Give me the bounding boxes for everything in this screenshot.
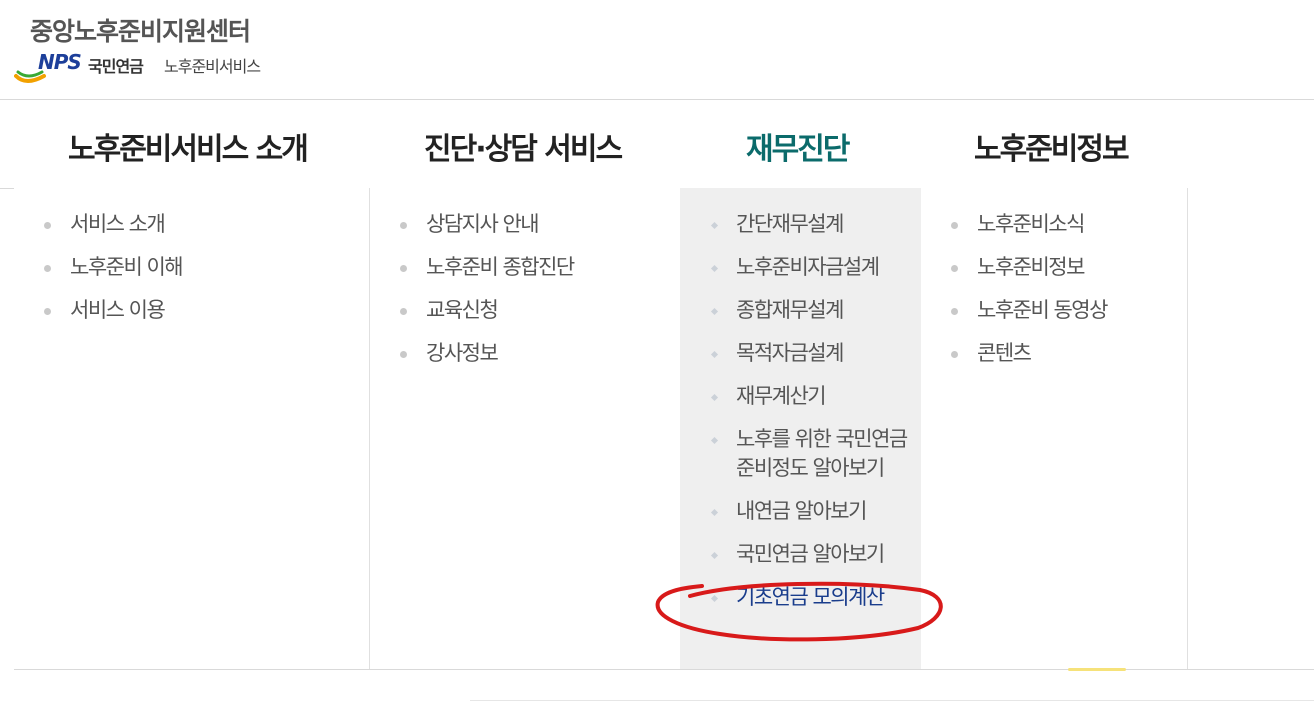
submenu-item-label: 서비스 이용 [70,298,166,322]
submenu-item-information[interactable]: 노후준비정보 [951,253,1107,282]
submenu-item-retirement-fund[interactable]: 노후준비자금설계 [710,253,910,282]
bullet-icon [951,222,958,229]
submenu-item-label: 서비스 소개 [70,212,166,236]
submenu-item-label: 국민연금 알아보기 [736,542,885,566]
submenu-list: 서비스 소개 노후준비 이해 서비스 이용 [44,210,184,339]
bullet-icon [44,265,51,272]
submenu-item-videos[interactable]: 노후준비 동영상 [951,296,1108,325]
bullet-icon [710,350,719,359]
bullet-icon [951,265,958,272]
submenu-item-label: 종합재무설계 [736,298,844,322]
submenu-item-label: 교육신청 [426,298,499,322]
bullet-icon [951,351,958,358]
submenu-item-contents[interactable]: 콘텐츠 [951,339,1107,368]
submenu-item-label: 콘텐츠 [977,341,1032,365]
submenu-item-comprehensive-finance[interactable]: 종합재무설계 [710,296,910,325]
submenu-item-label: 노후준비정보 [977,255,1085,279]
submenu-item-label: 노후준비 종합진단 [426,255,575,279]
submenu-item-my-pension[interactable]: 내연금 알아보기 [710,497,910,526]
submenu-column-finance: 간단재무설계 노후준비자금설계 종합재무설계 목적자금설계 재무계산기 노후를 … [680,188,921,670]
submenu-item-service-use[interactable]: 서비스 이용 [44,296,182,325]
submenu-item-label: 기초연금 모의계산 [736,585,885,609]
bullet-icon [710,594,719,603]
submenu-list: 간단재무설계 노후준비자금설계 종합재무설계 목적자금설계 재무계산기 노후를 … [710,210,910,626]
bullet-icon [400,308,407,315]
bullet-icon [400,265,407,272]
bullet-icon [710,551,719,560]
submenu-item-label: 강사정보 [426,341,499,365]
submenu-column-info: 노후준비소식 노후준비정보 노후준비 동영상 콘텐츠 [921,188,1187,670]
submenu-item-education-apply[interactable]: 교육신청 [400,296,574,325]
divider [0,188,14,189]
submenu-list: 노후준비소식 노후준비정보 노후준비 동영상 콘텐츠 [951,210,1108,382]
submenu-item-label: 상담지사 안내 [426,212,540,236]
submenu-item-branch-info[interactable]: 상담지사 안내 [400,210,574,239]
logo-service-name: 노후준비서비스 [164,57,261,76]
submenu-item-pension-readiness[interactable]: 노후를 위한 국민연금 준비정도 알아보기 [710,425,910,483]
submenu-column-diagnosis: 상담지사 안내 노후준비 종합진단 교육신청 강사정보 [369,188,680,670]
submenu-item-calculator[interactable]: 재무계산기 [710,382,910,411]
logo-title: 중앙노후준비지원센터 [30,17,251,46]
submenu-item-service-intro[interactable]: 서비스 소개 [44,210,182,239]
bullet-icon [44,222,51,229]
gnb-menu-diagnosis[interactable]: 진단·상담 서비스 [424,124,623,168]
submenu-item-label: 재무계산기 [736,384,827,408]
site-logo[interactable]: 중앙노후준비지원센터 NPS 국민연금 노후준비서비스 [14,12,314,92]
submenu-item-instructor-info[interactable]: 강사정보 [400,339,574,368]
submenu-item-understanding[interactable]: 노후준비 이해 [44,253,184,282]
bullet-icon [44,308,51,315]
submenu-item-comprehensive-diagnosis[interactable]: 노후준비 종합진단 [400,253,575,282]
submenu-item-label: 노후준비소식 [977,212,1085,236]
bullet-icon [710,393,719,402]
bullet-icon [710,264,719,273]
bullet-icon [400,222,407,229]
submenu-item-simple-finance[interactable]: 간단재무설계 [710,210,910,239]
bullet-icon [710,307,719,316]
divider [470,700,1314,701]
gnb-menu-finance[interactable]: 재무진단 [746,124,850,168]
submenu-item-basic-pension-simulation[interactable]: 기초연금 모의계산 [710,583,910,612]
submenu-item-label: 노후를 위한 국민연금 준비정도 알아보기 [736,427,908,480]
bullet-icon [710,436,719,445]
submenu-item-label: 내연금 알아보기 [736,499,867,523]
logo-nps-mark: NPS [38,50,82,74]
submenu-column-intro: 서비스 소개 노후준비 이해 서비스 이용 [14,188,370,670]
divider [1187,188,1188,670]
site-header: 중앙노후준비지원센터 NPS 국민연금 노후준비서비스 [0,0,1314,100]
submenu-item-label: 노후준비자금설계 [736,255,880,279]
submenu-item-label: 노후준비 동영상 [977,298,1108,322]
gnb-menu-intro[interactable]: 노후준비서비스 소개 [68,124,309,168]
highlight-mark [1068,668,1126,671]
submenu-list: 상담지사 안내 노후준비 종합진단 교육신청 강사정보 [400,210,575,382]
submenu-item-national-pension[interactable]: 국민연금 알아보기 [710,540,910,569]
bullet-icon [710,508,719,517]
logo-org-name: 국민연금 [88,57,144,76]
gnb-menu-info[interactable]: 노후준비정보 [974,124,1130,168]
bullet-icon [710,221,719,230]
submenu-item-label: 노후준비 이해 [70,255,184,279]
submenu-item-purpose-fund[interactable]: 목적자금설계 [710,339,910,368]
bullet-icon [400,351,407,358]
bullet-icon [951,308,958,315]
submenu-item-label: 목적자금설계 [736,341,844,365]
submenu-item-label: 간단재무설계 [736,212,844,236]
submenu-item-news[interactable]: 노후준비소식 [951,210,1107,239]
